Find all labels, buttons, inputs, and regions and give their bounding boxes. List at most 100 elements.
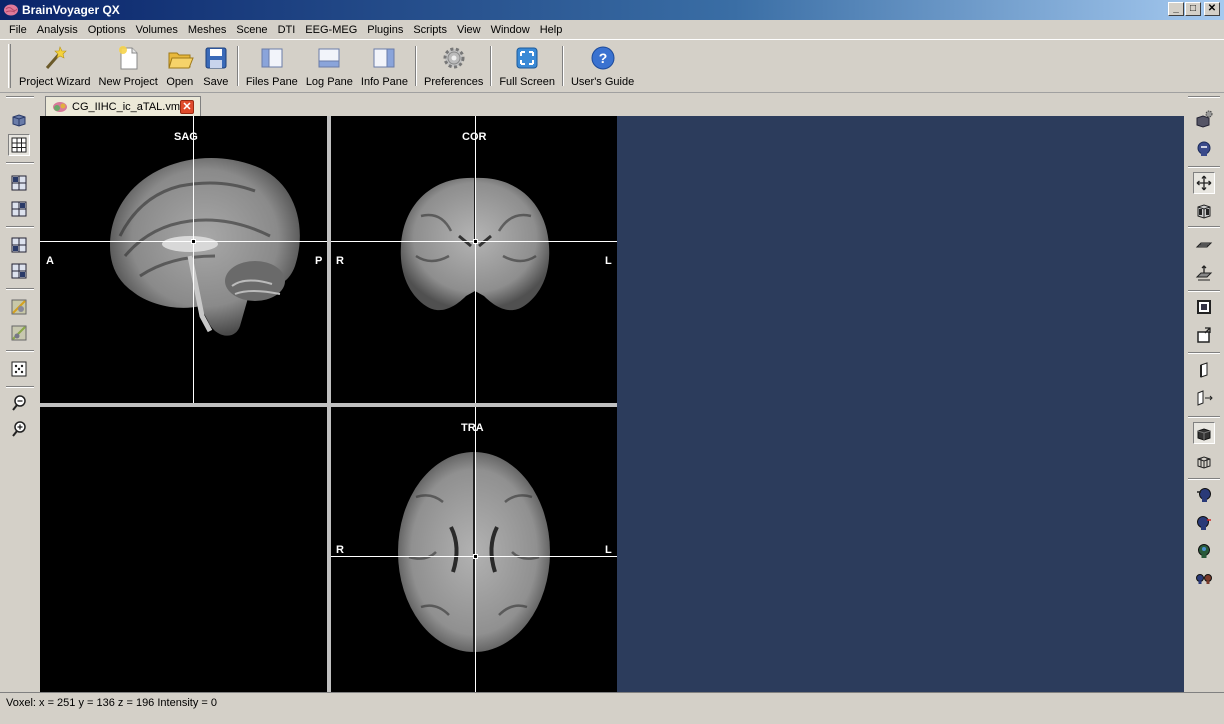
floppy-disk-icon bbox=[205, 47, 227, 69]
transversal-vertical-crosshair bbox=[475, 407, 476, 692]
info-pane-icon bbox=[373, 48, 395, 68]
info-pane-label: Info Pane bbox=[360, 76, 409, 88]
multi-slice-grid-tool[interactable] bbox=[8, 134, 30, 156]
zoom-out-tool[interactable] bbox=[8, 392, 30, 414]
coronal-slice-tool[interactable] bbox=[8, 198, 30, 220]
window-controls: _ □ ✕ bbox=[1167, 2, 1220, 16]
menu-dti[interactable]: DTI bbox=[273, 24, 301, 36]
solid-cube-icon bbox=[1197, 428, 1211, 441]
save-button[interactable]: Save bbox=[198, 40, 234, 92]
coronal-right-orientation-label: L bbox=[605, 255, 612, 267]
dots-icon bbox=[11, 361, 27, 377]
menu-file[interactable]: File bbox=[4, 24, 32, 36]
tool-strip-separator bbox=[1188, 226, 1220, 228]
users-guide-label: User's Guide bbox=[570, 76, 635, 88]
menu-view[interactable]: View bbox=[452, 24, 486, 36]
head-color-icon bbox=[1198, 544, 1210, 558]
menu-eeg-meg[interactable]: EEG-MEG bbox=[300, 24, 362, 36]
coronal-crosshair-center bbox=[473, 239, 478, 244]
menu-plugins[interactable]: Plugins bbox=[362, 24, 408, 36]
head-view-tool[interactable] bbox=[1193, 138, 1215, 160]
brain-render-tool[interactable] bbox=[8, 322, 30, 344]
all-views-tool[interactable] bbox=[8, 260, 30, 282]
preferences-button[interactable]: Preferences bbox=[420, 40, 487, 92]
pane-splitter-horizontal[interactable] bbox=[40, 403, 617, 407]
transversal-crosshair-center bbox=[473, 554, 478, 559]
zoom-out-icon bbox=[12, 395, 26, 411]
tool-strip-separator bbox=[6, 386, 34, 388]
slab-width-tool[interactable] bbox=[1193, 388, 1215, 410]
slab-tool[interactable] bbox=[1193, 360, 1215, 382]
transversal-slice-tool[interactable] bbox=[8, 234, 30, 256]
export-box-tool[interactable] bbox=[1193, 324, 1215, 346]
menu-help[interactable]: Help bbox=[535, 24, 568, 36]
close-button[interactable]: ✕ bbox=[1204, 2, 1220, 16]
brain-app-icon bbox=[4, 4, 18, 16]
tab-close-icon[interactable]: ✕ bbox=[180, 100, 194, 114]
restore-button[interactable]: □ bbox=[1185, 2, 1201, 16]
tool-strip-separator bbox=[6, 96, 34, 98]
slab-resize-icon bbox=[1197, 390, 1213, 406]
sagittal-slice-tool[interactable] bbox=[8, 172, 30, 194]
users-guide-button[interactable]: ? User's Guide bbox=[567, 40, 638, 92]
volume-view-tool[interactable] bbox=[8, 108, 30, 130]
log-pane-button[interactable]: Log Pane bbox=[302, 40, 357, 92]
zoom-in-tool[interactable] bbox=[8, 418, 30, 440]
sagittal-view-pane[interactable]: SAG A P bbox=[40, 116, 327, 403]
menu-meshes[interactable]: Meshes bbox=[183, 24, 232, 36]
empty-view-pane[interactable] bbox=[40, 407, 327, 692]
grid-icon bbox=[11, 137, 27, 153]
files-pane-icon bbox=[261, 48, 283, 68]
head-right-view-tool[interactable] bbox=[1193, 512, 1215, 534]
tool-strip-separator bbox=[1188, 290, 1220, 292]
sagittal-right-orientation-label: P bbox=[315, 255, 323, 267]
toolbar-grip[interactable] bbox=[8, 44, 11, 88]
menu-volumes[interactable]: Volumes bbox=[131, 24, 183, 36]
new-document-icon bbox=[119, 46, 138, 70]
tool-strip-separator bbox=[1188, 96, 1220, 98]
head-left-view-tool[interactable] bbox=[1193, 484, 1215, 506]
transversal-view-title: TRA bbox=[461, 422, 484, 434]
brain-peel-tool[interactable] bbox=[8, 296, 30, 318]
slice-plane-tool[interactable] bbox=[1193, 234, 1215, 256]
left-tool-strip bbox=[0, 94, 36, 692]
wireframe-volume-tool[interactable] bbox=[1193, 450, 1215, 472]
document-tab[interactable]: CG_IIHC_ic_aTAL.vmr ✕ bbox=[45, 96, 201, 116]
transversal-view-pane[interactable]: TRA R L bbox=[331, 407, 617, 692]
menu-analysis[interactable]: Analysis bbox=[32, 24, 83, 36]
scene-settings-tool[interactable] bbox=[1193, 108, 1215, 130]
random-dots-tool[interactable] bbox=[8, 358, 30, 380]
tool-strip-separator bbox=[1188, 352, 1220, 354]
wireframe-cube-icon bbox=[1197, 456, 1211, 469]
save-label: Save bbox=[203, 76, 229, 88]
open-button[interactable]: Open bbox=[162, 40, 198, 92]
solid-volume-tool[interactable] bbox=[1193, 422, 1215, 444]
move-tool[interactable] bbox=[1193, 172, 1215, 194]
folder-open-icon bbox=[168, 52, 194, 69]
menu-window[interactable]: Window bbox=[486, 24, 535, 36]
frame-view-tool[interactable] bbox=[1193, 296, 1215, 318]
transversal-layout-icon bbox=[11, 237, 27, 253]
menu-scripts[interactable]: Scripts bbox=[408, 24, 452, 36]
project-wizard-button[interactable]: Project Wizard bbox=[15, 40, 95, 92]
window-title: BrainVoyager QX bbox=[22, 3, 120, 17]
menu-scene[interactable]: Scene bbox=[231, 24, 272, 36]
two-heads-view-tool[interactable] bbox=[1193, 568, 1215, 590]
brainvoyager-window: BrainVoyager QX _ □ ✕ File Analysis Opti… bbox=[0, 0, 1224, 724]
files-pane-button[interactable]: Files Pane bbox=[242, 40, 302, 92]
menu-options[interactable]: Options bbox=[83, 24, 131, 36]
full-screen-button[interactable]: Full Screen bbox=[495, 40, 559, 92]
two-heads-icon bbox=[1196, 574, 1212, 584]
preferences-label: Preferences bbox=[424, 76, 484, 88]
rotate-tool[interactable] bbox=[1193, 200, 1215, 222]
project-wizard-label: Project Wizard bbox=[19, 76, 91, 88]
tool-strip-separator bbox=[6, 162, 34, 164]
minimize-button[interactable]: _ bbox=[1168, 2, 1184, 16]
head-front-view-tool[interactable] bbox=[1193, 540, 1215, 562]
info-pane-button[interactable]: Info Pane bbox=[357, 40, 412, 92]
new-project-button[interactable]: New Project bbox=[95, 40, 162, 92]
coronal-view-pane[interactable]: COR R L bbox=[331, 116, 617, 403]
slice-elevate-tool[interactable] bbox=[1193, 262, 1215, 284]
slice-viewer[interactable]: SAG A P COR bbox=[40, 116, 1184, 692]
toolbar-separator bbox=[490, 46, 493, 86]
